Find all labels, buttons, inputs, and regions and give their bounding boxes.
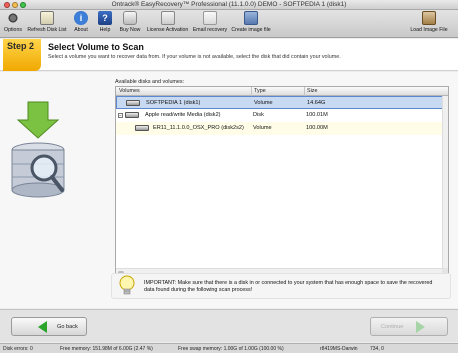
continue-label: Continue	[381, 324, 404, 330]
build-status: r8419MS-Darwin	[320, 346, 358, 352]
disk-errors-status: Disk errors: 0	[3, 346, 33, 352]
buy-label: Buy Now	[119, 27, 141, 33]
volumes-table: Volumes Type Size SOFTPEDIA 1 (disk1) Vo…	[115, 86, 449, 278]
navigation-bar: Go back Continue	[0, 309, 458, 342]
refresh-disk-icon	[40, 11, 54, 25]
volume-icon	[126, 100, 140, 106]
refresh-disk-list-button[interactable]: Refresh Disk List	[26, 11, 68, 37]
create-image-button[interactable]: Create image file	[230, 11, 272, 37]
go-back-button[interactable]: Go back	[11, 317, 87, 336]
volume-type: Disk	[253, 112, 264, 118]
help-icon: ?	[98, 11, 112, 25]
column-header-volumes[interactable]: Volumes	[119, 88, 140, 94]
info-icon: i	[74, 11, 88, 25]
volume-size: 100.00M	[306, 125, 328, 131]
license-label: License Activation	[146, 27, 189, 33]
arrow-right-icon	[416, 321, 425, 333]
go-back-label: Go back	[57, 324, 78, 330]
load-image-icon	[422, 11, 436, 25]
license-activation-button[interactable]: License Activation	[145, 11, 190, 37]
status-bar: Disk errors: 0 Free memory: 151.98M of 6…	[0, 343, 458, 353]
email-recovery-button[interactable]: Email recovery	[191, 11, 229, 37]
disk-icon	[125, 112, 139, 118]
arrow-left-icon	[38, 321, 47, 333]
warning-box: IMPORTANT: Make sure that there is a dis…	[111, 273, 451, 299]
volume-name: SOFTPEDIA 1 (disk1)	[146, 100, 201, 106]
volume-size: 100.01M	[306, 112, 328, 118]
step-badge-label: Step 2	[7, 41, 35, 51]
title-bar: Ontrack® EasyRecovery™ Professional (11.…	[0, 0, 458, 10]
window-title: Ontrack® EasyRecovery™ Professional (11.…	[111, 1, 347, 8]
table-header: Volumes Type Size	[116, 87, 448, 96]
step-header: Step 2 Select Volume to Scan Select a vo…	[0, 39, 458, 71]
free-memory-status: Free memory: 151.98M of 6.00G (2.47 %)	[60, 346, 153, 352]
refresh-label: Refresh Disk List	[27, 27, 67, 33]
about-label: About	[74, 27, 88, 33]
volume-name: ER11_11.1.0.0_OSX_PRO (disk2s2)	[153, 125, 244, 131]
volume-icon	[135, 125, 149, 131]
table-row[interactable]: SOFTPEDIA 1 (disk1) Volume 14.64G	[116, 96, 448, 109]
create-image-label: Create image file	[231, 27, 271, 33]
code-status: 734, 0	[370, 346, 384, 352]
table-row[interactable]: − Apple read/write Media (disk2) Disk 10…	[116, 109, 448, 122]
table-row[interactable]: ER11_11.1.0.0_OSX_PRO (disk2s2) Volume 1…	[116, 122, 448, 135]
volume-type: Volume	[254, 100, 273, 106]
envelope-icon	[203, 11, 217, 25]
options-label: Options	[4, 27, 22, 33]
step-description: Select a volume you want to recover data…	[48, 54, 341, 60]
toolbar: Options Refresh Disk List i About ? Help…	[0, 10, 458, 38]
buy-now-button[interactable]: Buy Now	[117, 11, 143, 37]
vertical-scrollbar[interactable]	[442, 96, 448, 269]
hard-drive-illustration-icon	[11, 101, 65, 198]
page-title: Select Volume to Scan	[48, 42, 144, 52]
help-button[interactable]: ? Help	[96, 11, 114, 37]
free-swap-status: Free swap memory: 1.00G of 1.00G (100.00…	[178, 346, 284, 352]
license-icon	[160, 11, 175, 25]
collapse-icon[interactable]: −	[118, 113, 123, 119]
email-label: Email recovery	[192, 27, 228, 33]
about-button[interactable]: i About	[70, 11, 92, 37]
column-header-type[interactable]: Type	[254, 88, 266, 94]
cart-icon	[123, 11, 137, 25]
load-image-button[interactable]: Load Image File	[409, 11, 449, 37]
options-button[interactable]: Options	[2, 11, 24, 37]
available-volumes-label: Available disks and volumes:	[115, 79, 185, 85]
step-badge: Step 2	[3, 39, 41, 71]
volume-size: 14.64G	[307, 100, 326, 106]
warning-area: IMPORTANT: Make sure that there is a dis…	[0, 273, 458, 302]
warning-text: IMPORTANT: Make sure that there is a dis…	[144, 280, 433, 293]
volume-name: Apple read/write Media (disk2)	[145, 112, 221, 118]
help-label: Help	[99, 27, 111, 33]
load-image-label: Load Image File	[410, 27, 448, 33]
column-header-size[interactable]: Size	[307, 88, 318, 94]
continue-button[interactable]: Continue	[370, 317, 448, 336]
lightbulb-icon	[119, 275, 135, 295]
disk-image-icon	[244, 11, 258, 25]
options-icon	[6, 11, 20, 25]
volume-type: Volume	[253, 125, 272, 131]
